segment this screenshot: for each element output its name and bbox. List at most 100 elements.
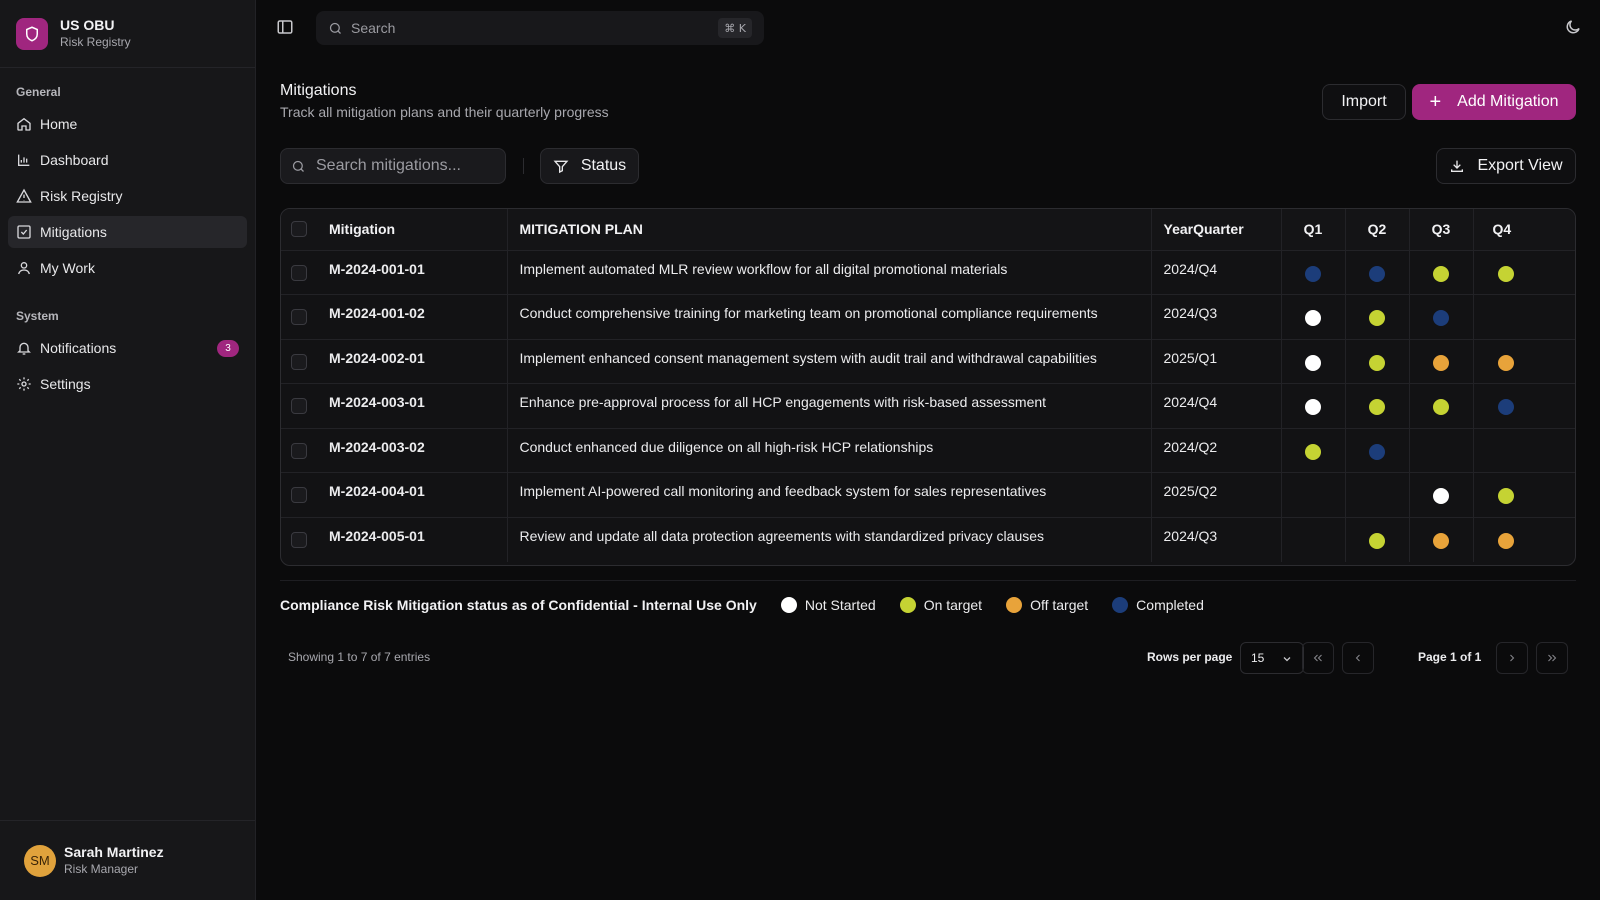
mitigation-id-cell[interactable]: M-2024-002-01 <box>317 339 508 384</box>
legend-item-off-target: Off target <box>1006 597 1088 613</box>
column-header-yearquarter[interactable]: YearQuarter <box>1151 209 1282 251</box>
search-shortcut: ⌘ K <box>718 18 752 38</box>
sidebar-item-mitigations[interactable]: Mitigations <box>8 216 247 248</box>
table-row[interactable]: M-2024-001-02 Conduct comprehensive train… <box>281 294 1575 340</box>
avatar: SM <box>24 844 56 877</box>
toolbar-divider <box>523 158 524 174</box>
export-view-button[interactable]: Export View <box>1436 148 1576 184</box>
global-search-input[interactable]: Search ⌘ K <box>316 11 764 45</box>
sidebar-item-label: Notifications <box>40 340 117 356</box>
quarter-status-cell-q1 <box>1281 294 1346 340</box>
status-dot <box>1433 354 1449 371</box>
sidebar-item-label: My Work <box>40 260 95 276</box>
yearquarter-cell: 2024/Q4 <box>1151 383 1282 429</box>
column-header-q1[interactable]: Q1 <box>1281 209 1346 251</box>
user-profile[interactable]: SM Sarah Martinez Risk Manager <box>0 820 255 900</box>
quarter-status-cell-q3 <box>1409 339 1474 384</box>
rows-per-page-select[interactable]: 15 <box>1240 642 1304 674</box>
sidebar-item-dashboard[interactable]: Dashboard <box>8 144 247 176</box>
page-indicator: Page 1 of 1 <box>1418 650 1482 664</box>
moon-icon[interactable] <box>1564 18 1582 36</box>
sidebar-item-label: Mitigations <box>40 224 107 240</box>
column-header-q4[interactable]: Q4 <box>1473 209 1575 251</box>
next-page-button[interactable] <box>1496 642 1528 674</box>
yearquarter-cell: 2024/Q2 <box>1151 428 1282 473</box>
row-checkbox[interactable] <box>291 531 307 548</box>
quarter-status-cell-q4 <box>1473 383 1575 429</box>
quarter-status-cell-q2 <box>1345 517 1410 562</box>
table-row[interactable]: M-2024-004-01 Implement AI-powered call m… <box>281 472 1575 518</box>
status-dot <box>1497 399 1514 415</box>
quarter-status-cell-q4 <box>1473 339 1575 384</box>
column-header-plan[interactable]: MITIGATION PLAN <box>507 209 1152 251</box>
row-select-cell <box>281 294 317 340</box>
add-mitigation-label: Add Mitigation <box>1457 93 1559 110</box>
row-checkbox[interactable] <box>291 398 307 414</box>
column-header-mitigation[interactable]: Mitigation <box>317 209 508 251</box>
search-placeholder: Search <box>351 20 396 36</box>
add-mitigation-button[interactable]: + Add Mitigation <box>1412 84 1576 120</box>
quarter-status-cell-q2 <box>1345 383 1410 429</box>
brand-title: US OBU <box>60 17 115 33</box>
import-button[interactable]: Import <box>1322 84 1406 120</box>
select-all-cell <box>281 209 317 251</box>
table-row[interactable]: M-2024-001-01 Implement automated MLR rev… <box>281 250 1575 295</box>
table-row[interactable]: M-2024-003-02 Conduct enhanced due dilige… <box>281 428 1575 473</box>
first-page-button[interactable] <box>1302 642 1334 674</box>
export-view-label: Export View <box>1477 157 1563 174</box>
mitigation-search-input[interactable]: Search mitigations... <box>280 148 506 184</box>
status-dot <box>1497 488 1514 504</box>
table-row[interactable]: M-2024-003-01 Enhance pre-approval proces… <box>281 383 1575 429</box>
legend-divider <box>280 580 1576 581</box>
sidebar-item-home[interactable]: Home <box>8 108 247 140</box>
sidebar-item-label: Home <box>40 116 78 132</box>
status-dot <box>1305 354 1321 371</box>
quarter-status-cell-q4 <box>1473 428 1575 473</box>
table-row[interactable]: M-2024-005-01 Review and update all data … <box>281 517 1575 562</box>
row-checkbox[interactable] <box>291 353 307 370</box>
brand-subtitle: Risk Registry <box>60 35 131 49</box>
mitigation-id-cell[interactable]: M-2024-003-01 <box>317 383 508 429</box>
row-select-cell <box>281 472 317 518</box>
mitigation-id-cell[interactable]: M-2024-001-01 <box>317 250 508 295</box>
sidebar: US OBU Risk Registry General Home Dashbo… <box>0 0 256 900</box>
status-filter-button[interactable]: Status <box>540 148 639 184</box>
mitigation-id-cell[interactable]: M-2024-003-02 <box>317 428 508 473</box>
sidebar-toggle-icon[interactable] <box>276 18 294 36</box>
status-dot <box>1497 354 1514 371</box>
mitigation-id-cell[interactable]: M-2024-001-02 <box>317 294 508 340</box>
gear-icon <box>17 377 31 391</box>
chevron-down-icon <box>1283 657 1291 662</box>
mitigation-id-cell[interactable]: M-2024-004-01 <box>317 472 508 518</box>
user-icon <box>18 262 30 275</box>
row-checkbox[interactable] <box>291 264 307 281</box>
quarter-status-cell-q4 <box>1473 250 1575 295</box>
row-checkbox[interactable] <box>291 487 307 503</box>
column-header-q2[interactable]: Q2 <box>1345 209 1410 251</box>
sidebar-item-notifications[interactable]: Notifications 3 <box>8 332 247 364</box>
sidebar-item-risk-registry[interactable]: Risk Registry <box>8 180 247 212</box>
row-checkbox[interactable] <box>291 442 307 459</box>
mitigation-plan-cell: Implement enhanced consent management sy… <box>507 339 1152 384</box>
status-dot <box>1433 488 1449 504</box>
quarter-status-cell-q3 <box>1409 428 1474 473</box>
status-dot <box>1006 597 1023 613</box>
status-dot <box>1305 399 1321 415</box>
previous-page-button[interactable] <box>1342 642 1374 674</box>
row-select-cell <box>281 428 317 473</box>
last-page-button[interactable] <box>1536 642 1568 674</box>
select-all-checkbox[interactable] <box>291 221 307 237</box>
column-header-q3[interactable]: Q3 <box>1409 209 1474 251</box>
bar-chart-icon <box>18 154 30 166</box>
row-checkbox[interactable] <box>291 309 307 325</box>
row-select-cell <box>281 383 317 429</box>
mitigation-plan-cell: Implement AI-powered call monitoring and… <box>507 472 1152 518</box>
mitigation-id-cell[interactable]: M-2024-005-01 <box>317 517 508 562</box>
yearquarter-cell: 2024/Q4 <box>1151 250 1282 295</box>
search-icon <box>292 160 304 172</box>
sidebar-item-my-work[interactable]: My Work <box>8 252 247 284</box>
table-row[interactable]: M-2024-002-01 Implement enhanced consent … <box>281 339 1575 384</box>
sidebar-item-settings[interactable]: Settings <box>8 368 247 400</box>
status-dot <box>1433 310 1449 326</box>
brand[interactable]: US OBU Risk Registry <box>0 0 255 68</box>
